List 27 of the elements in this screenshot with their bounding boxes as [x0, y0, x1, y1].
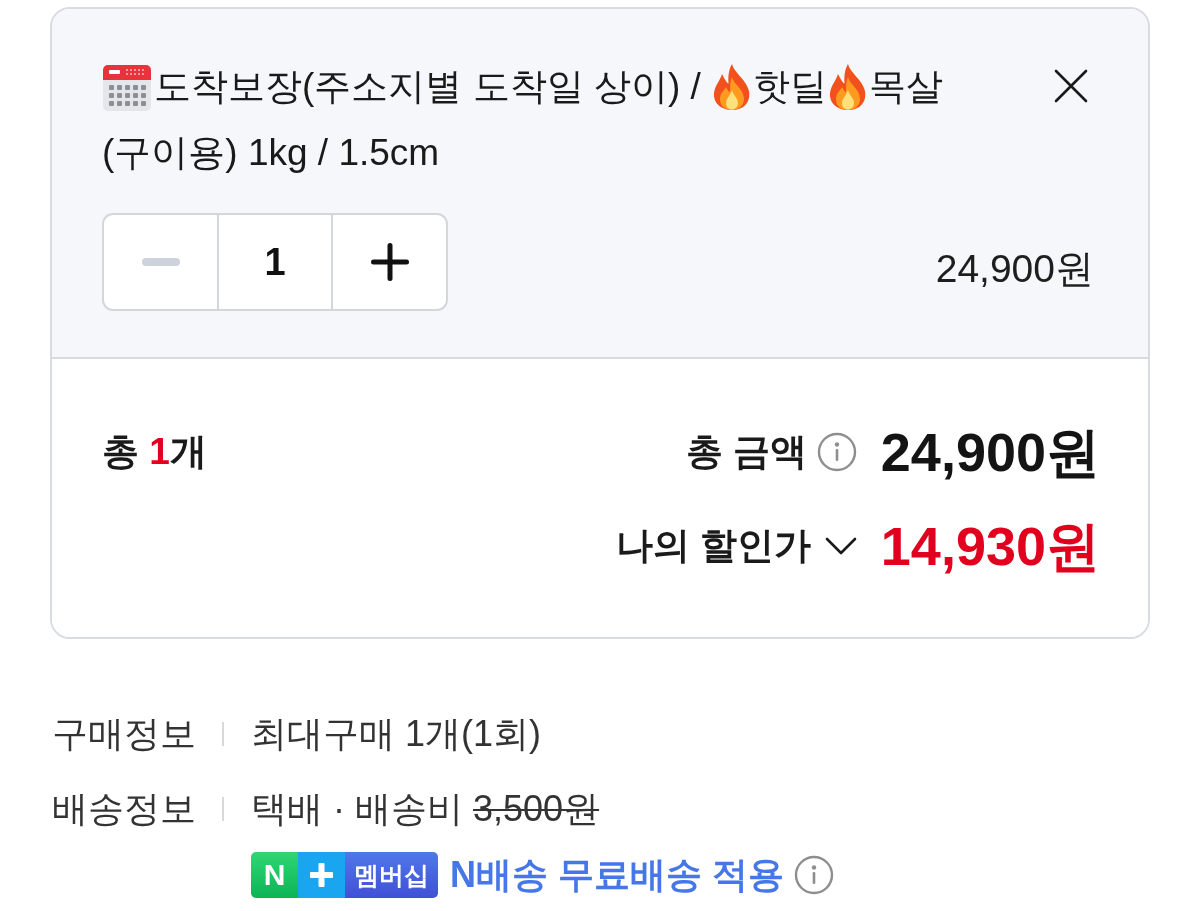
info-label: 배송정보 — [52, 787, 195, 831]
plus-icon — [370, 243, 409, 281]
membership-label: 멤버십 — [345, 852, 438, 898]
plus-icon — [298, 852, 345, 898]
info-label: 구매정보 — [52, 712, 195, 756]
total-amount-label: 총 금액 — [685, 430, 807, 474]
product-title-text: 핫딜 — [753, 65, 828, 109]
total-count: 총 1개 — [102, 430, 207, 474]
minus-icon — [141, 258, 180, 266]
discount-price: 14,930원 — [880, 515, 1100, 577]
quantity-field[interactable]: 1 — [217, 215, 333, 309]
product-title-text: 도착보장(주소지별 도착일 상이) / — [154, 65, 702, 109]
membership-logo: N — [251, 852, 298, 898]
discount-toggle[interactable]: 나의 할인가 — [615, 521, 857, 571]
close-icon — [1054, 69, 1088, 103]
calendar-icon — [102, 62, 152, 112]
delivery-fee: 3,500원 — [473, 787, 600, 831]
close-button[interactable] — [1052, 67, 1090, 105]
free-shipping-text: N배송 무료배송 적용 — [450, 853, 784, 897]
info-icon[interactable] — [816, 432, 857, 472]
item-price: 24,900원 — [935, 246, 1094, 292]
info-value: 택배 · 배송비 — [251, 787, 463, 831]
info-icon[interactable] — [794, 855, 834, 895]
info-value: 최대구매 1개(1회) — [251, 712, 542, 756]
product-title-text: (구이용) 1kg / 1.5cm — [102, 131, 440, 175]
product-title-text: 목살 — [869, 65, 944, 109]
total-amount: 24,900원 — [880, 421, 1100, 483]
